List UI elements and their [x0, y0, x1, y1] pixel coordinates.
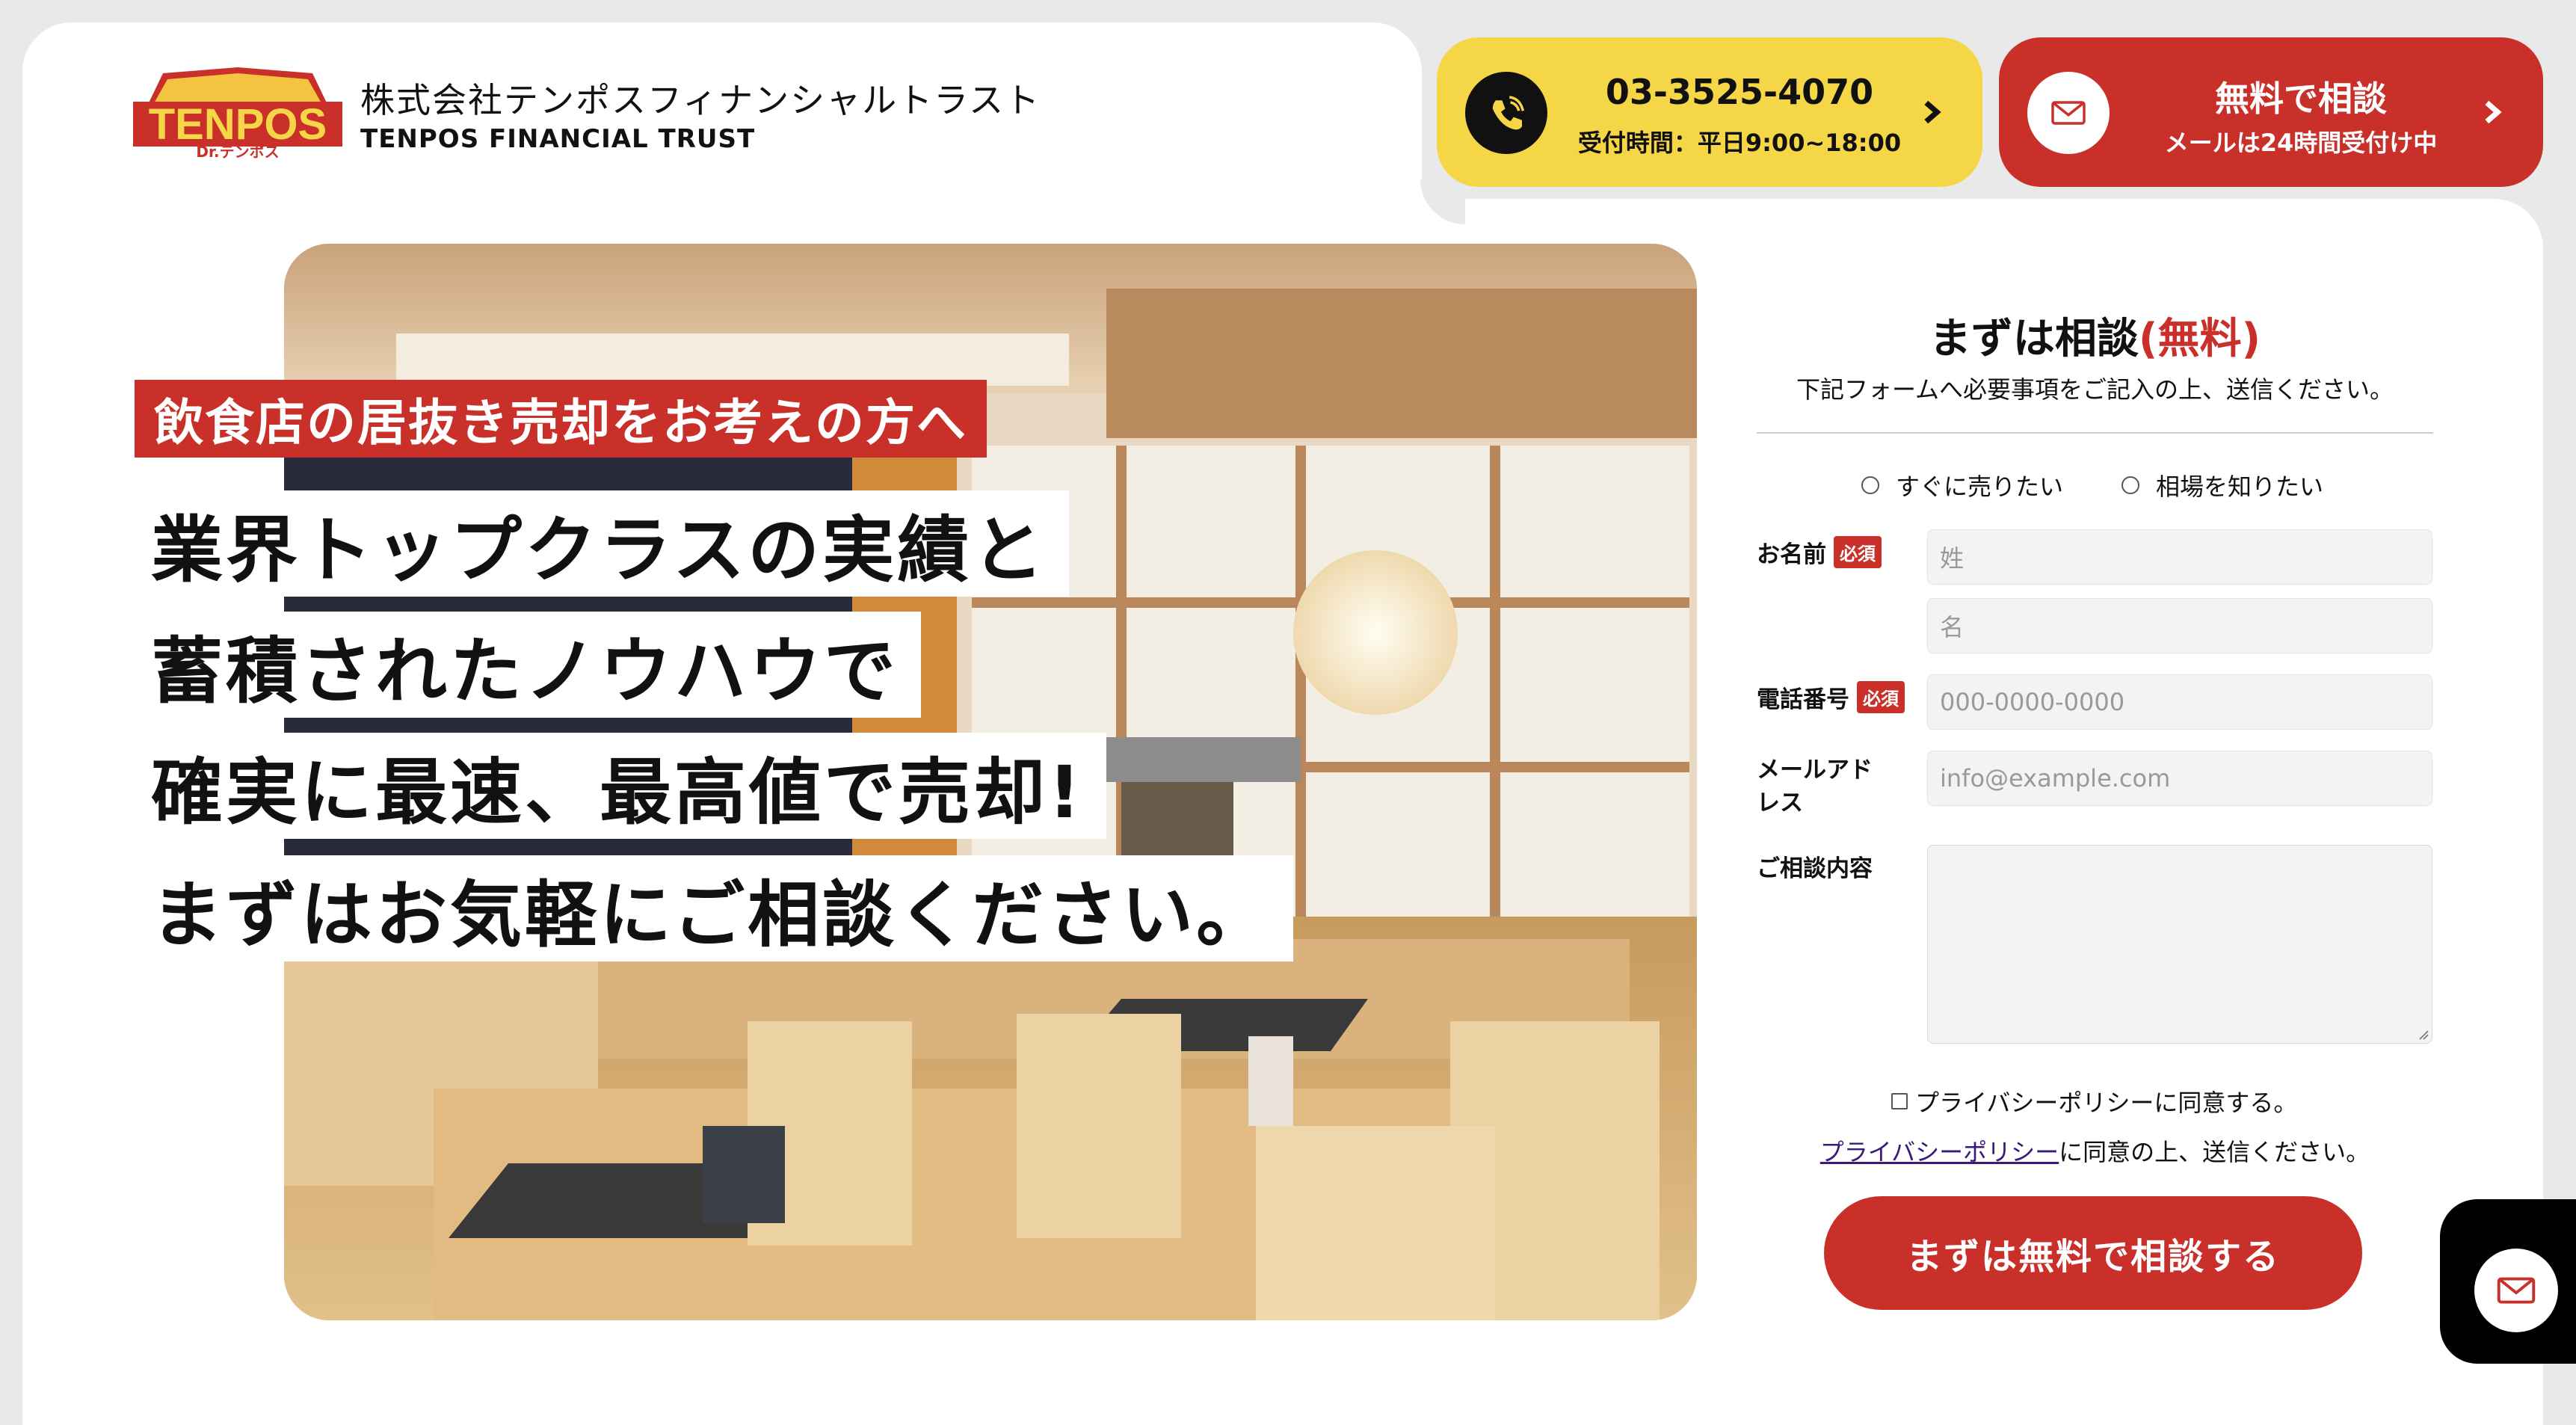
- policy-note: プライバシーポリシーに同意の上、送信ください。: [1757, 1133, 2433, 1168]
- form-subtitle: 下記フォームへ必要事項をご記入の上、送信ください。: [1796, 375, 2394, 404]
- consult-sub: メールは24時間受付け中: [2164, 129, 2438, 157]
- privacy-agree-checkbox[interactable]: プライバシーポリシーに同意する。: [1891, 1084, 2297, 1118]
- company-name-ja: 株式会社テンポスフィナンシャルトラスト: [360, 80, 1041, 120]
- card-notch: [1420, 179, 1465, 224]
- radio-sell-now-label: すぐに売りたい: [1896, 473, 2064, 501]
- hero-headline-line-1: 業界トップクラスの実績と: [135, 490, 1070, 597]
- form-title-main: まずは相談: [1929, 315, 2139, 363]
- hero-headline-line-2: 蓄積されたノウハウで: [135, 612, 921, 718]
- form-title: まずは相談(無料): [1757, 305, 2433, 366]
- phone-button[interactable]: 03-3525-4070 受付時間：平日9:00~18:00: [1437, 37, 1982, 187]
- company-name-en: TENPOS FINANCIAL TRUST: [360, 124, 756, 154]
- form-title-accent: (無料): [2138, 315, 2261, 363]
- name-label-text: お名前: [1757, 541, 1826, 568]
- policy-note-text: に同意の上、送信ください。: [2059, 1138, 2370, 1166]
- first-name-field[interactable]: 名: [1927, 598, 2432, 653]
- message-label: ご相談内容: [1757, 849, 1873, 883]
- last-name-field[interactable]: 姓: [1927, 529, 2432, 585]
- required-badge: 必須: [1857, 681, 1905, 713]
- consult-label: 無料で相談: [2215, 79, 2387, 119]
- hero-tag: 飲食店の居抜き売却をお考えの方へ: [135, 380, 987, 458]
- required-badge: 必須: [1834, 536, 1882, 568]
- email-label-text: メールアドレス: [1757, 757, 1873, 816]
- submit-button[interactable]: まずは無料で相談する: [1824, 1196, 2362, 1310]
- phone-hours: 受付時間：平日9:00~18:00: [1577, 129, 1902, 157]
- phone-icon: [1465, 72, 1547, 154]
- email-label: メールアドレス: [1757, 754, 1891, 819]
- privacy-agree-label: プライバシーポリシーに同意する。: [1915, 1089, 2298, 1117]
- name-label: お名前 必須: [1757, 535, 1882, 569]
- chevron-right-icon: [1911, 91, 1953, 133]
- form-divider: [1757, 432, 2433, 434]
- radio-button[interactable]: [1861, 476, 1879, 494]
- mail-icon: [2027, 72, 2110, 154]
- phone-number: 03-3525-4070: [1605, 72, 1874, 112]
- hero-headline-line-4: まずはお気軽にご相談ください。: [135, 855, 1294, 961]
- radio-sell-now[interactable]: すぐに売りたい: [1861, 468, 2063, 502]
- chevron-right-icon: [2471, 91, 2513, 133]
- message-textarea[interactable]: [1927, 845, 2432, 1044]
- phone-label-text: 電話番号: [1757, 686, 1849, 713]
- message-label-text: ご相談内容: [1757, 855, 1873, 882]
- consult-button[interactable]: 無料で相談 メールは24時間受付け中: [1999, 37, 2543, 187]
- logo-sub: Dr.テンポス: [196, 143, 279, 160]
- mail-icon: [2474, 1249, 2558, 1332]
- privacy-policy-link[interactable]: プライバシーポリシー: [1820, 1138, 2059, 1166]
- checkbox[interactable]: [1891, 1093, 1908, 1109]
- hero-headline-line-3: 確実に最速、最高値で売却!: [135, 733, 1106, 839]
- phone-label: 電話番号 必須: [1757, 680, 1905, 714]
- resize-handle-icon[interactable]: [2417, 1028, 2429, 1040]
- radio-market-price-label: 相場を知りたい: [2156, 473, 2324, 501]
- phone-field[interactable]: 000-0000-0000: [1927, 674, 2432, 730]
- radio-button[interactable]: [2121, 476, 2139, 494]
- floating-mail-button[interactable]: [2440, 1199, 2576, 1364]
- radio-market-price[interactable]: 相場を知りたい: [2121, 468, 2323, 502]
- email-field[interactable]: info@example.com: [1927, 751, 2432, 806]
- tenpos-logo[interactable]: TENPOS Dr.テンポス: [133, 61, 342, 161]
- logo-wordmark: TENPOS: [149, 100, 327, 149]
